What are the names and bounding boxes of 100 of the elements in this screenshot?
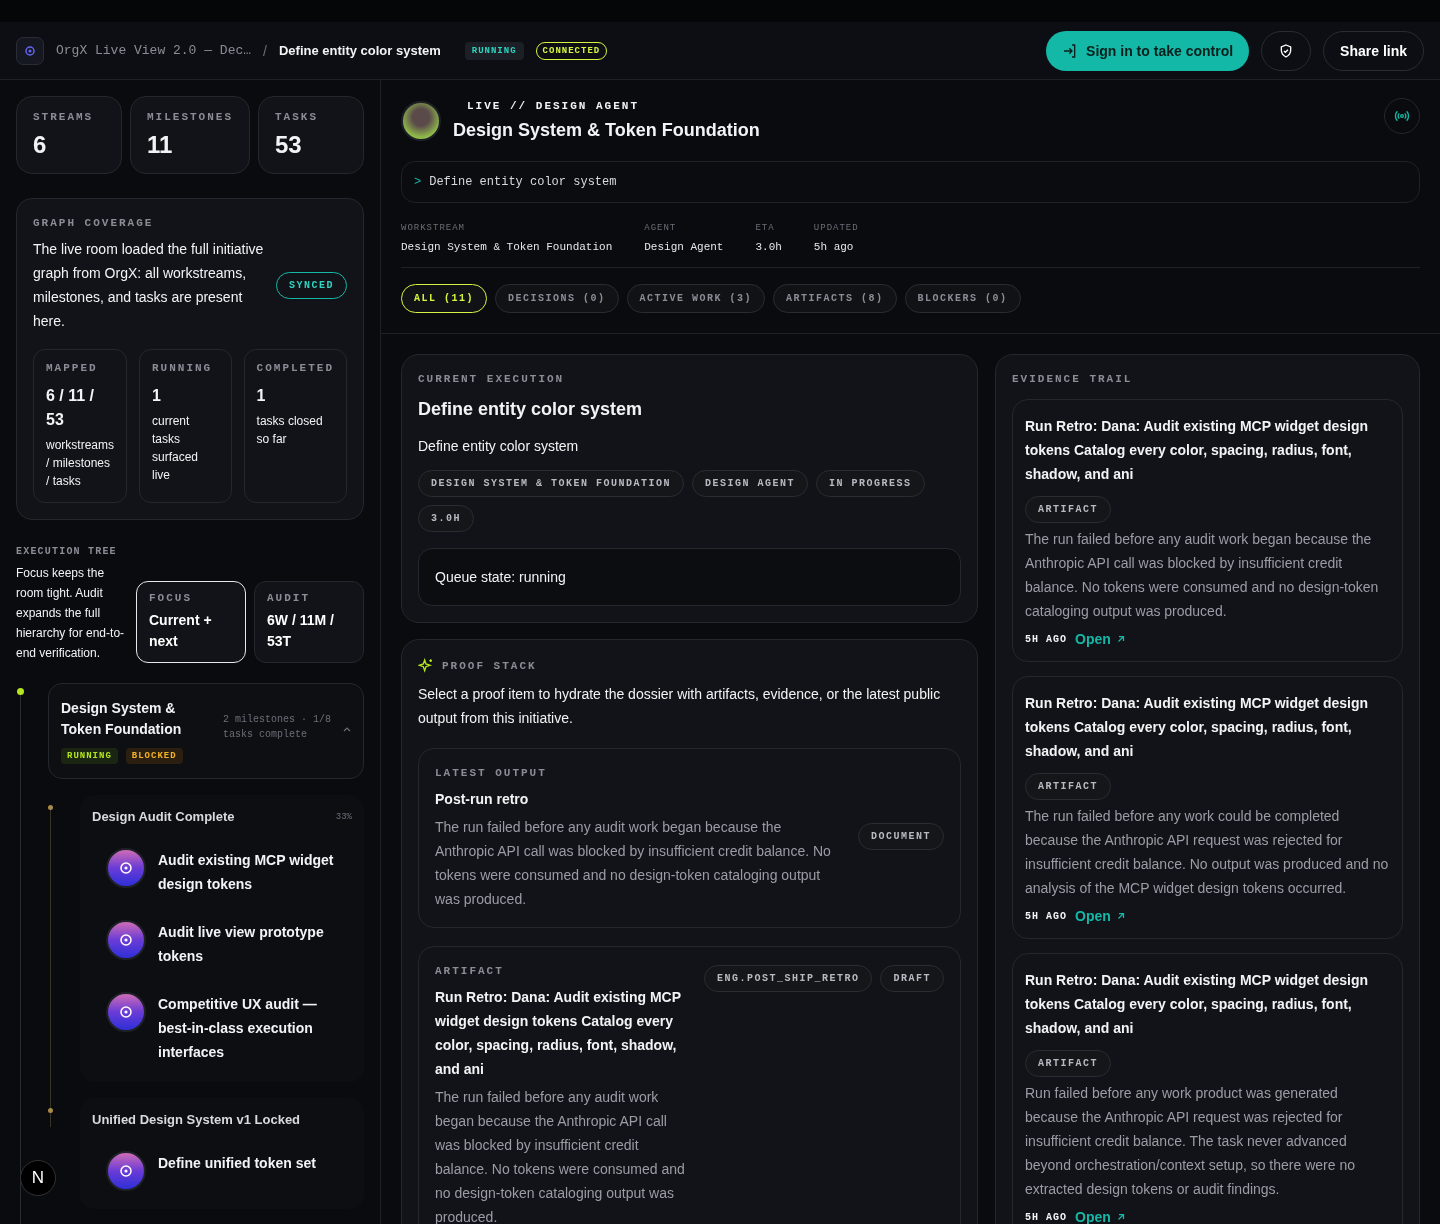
page-title: Define entity color system <box>278 43 441 58</box>
stat-caption: tasks closed so far <box>256 413 324 448</box>
proof-intro: Select a proof item to hydrate the dossier with artifacts, evidence, or the latest public output from this initiative. <box>418 685 942 728</box>
section-label: CURRENT EXECUTION <box>418 373 566 385</box>
tag: DOCUMENT <box>858 823 944 850</box>
shield-button[interactable] <box>1261 30 1312 71</box>
task-title[interactable]: Define unified token set <box>158 1151 316 1175</box>
evidence-title: Run Retro: Dana: Audit existing MCP widget design tokens Catalog every color, spacing, radius, font, shadow, and ani <box>1025 971 1369 1038</box>
timestamp: 5H AGO <box>1025 1211 1067 1223</box>
item-body: The run failed before any audit work began because the Anthropic API call was blocked by insufficient credit balance. No tokens were consumed and no design-token cataloging output was produced. <box>435 818 832 909</box>
milestone-percent: 33% <box>335 811 352 822</box>
filter-tab[interactable]: DECISIONS (0) <box>495 284 619 313</box>
workstream-meta: 2 milestones · 1/8 tasks complete <box>223 713 333 742</box>
stat-value: 1 <box>256 386 267 406</box>
task-title[interactable]: Competitive UX audit — best-in-class execution interfaces <box>158 992 352 1064</box>
evidence-title: Run Retro: Dana: Audit existing MCP widget design tokens Catalog every color, spacing, radius, font, shadow, and ani <box>1025 417 1369 484</box>
sign-in-button[interactable]: Sign in to take control <box>1046 30 1250 71</box>
stat-value: 53 <box>275 131 303 159</box>
agent-kicker: LIVE // DESIGN AGENT <box>467 100 641 112</box>
view-mode-toggle[interactable]: AUDIT 6W / 11M / 53T <box>254 581 364 663</box>
task-title[interactable]: Audit existing MCP widget design tokens <box>158 848 352 896</box>
stat-caption: workstreams / milestones / tasks <box>46 437 114 490</box>
tag: ENG.POST_SHIP_RETRO <box>703 965 873 992</box>
tree-description: Focus keeps the room tight. Audit expands the full hierarchy for end-to-end verification. <box>16 565 126 662</box>
share-link-button[interactable]: Share link <box>1323 30 1424 71</box>
task-orb-icon <box>106 992 146 1032</box>
evidence-body: The run failed before any work could be completed because the Anthropic API request was rejected for insufficient credit balance. No output was produced and no analysis of the MCP widget design tokens occurred. <box>1025 807 1390 898</box>
section-label: EXECUTION TREE <box>16 546 118 557</box>
filter-tab[interactable]: ACTIVE WORK (3) <box>626 284 766 313</box>
workstream-title: Design System & Token Foundation <box>61 699 183 739</box>
milestone-dot <box>48 805 53 810</box>
meta-value: Design System & Token Foundation <box>401 241 613 253</box>
meta-value: Design Agent <box>644 241 724 253</box>
execution-title: Define entity color system <box>418 399 644 420</box>
tag: ARTIFACT <box>1025 496 1111 523</box>
tag: DESIGN SYSTEM & TOKEN FOUNDATION <box>418 470 685 497</box>
stat-label: STREAMS <box>33 111 95 123</box>
proof-item[interactable] <box>418 748 961 928</box>
timestamp: 5H AGO <box>1025 633 1067 645</box>
task-orb-icon <box>106 848 146 888</box>
coverage-text: The live room loaded the full initiative graph from OrgX: all workstreams, milestones, and tasks are present here. <box>33 240 265 331</box>
section-label: EVIDENCE TRAIL <box>1012 373 1134 385</box>
open-link[interactable]: Open <box>1075 1209 1127 1224</box>
app-logo-icon <box>16 36 44 65</box>
milestone-title: Design Audit Complete <box>92 809 235 824</box>
status-badge: BLOCKED <box>125 748 183 764</box>
stat-caption: current tasks surfaced live <box>152 413 200 484</box>
sparkle-icon <box>418 658 434 674</box>
timestamp: 5H AGO <box>1025 910 1067 922</box>
meta-label: UPDATED <box>813 223 859 233</box>
breadcrumb-separator: / <box>263 42 267 59</box>
stat-value: 6 / 11 / 53 <box>46 386 96 430</box>
stat-value: 1 <box>152 386 162 406</box>
evidence-title: Run Retro: Dana: Audit existing MCP widget design tokens Catalog every color, spacing, radius, font, shadow, and ani <box>1025 694 1369 761</box>
tag: DESIGN AGENT <box>692 470 809 497</box>
proof-item[interactable] <box>418 946 961 1224</box>
item-title: Run Retro: Dana: Audit existing MCP widget design tokens Catalog every color, spacing, radius, font, shadow, and ani <box>435 988 682 1079</box>
open-link[interactable]: Open <box>1075 908 1127 924</box>
workstream-card[interactable]: Design System & Token Foundation RUNNING BLOCKED 2 milestones · 1/8 tasks complete <box>48 683 364 779</box>
filter-tab[interactable]: ALL (11) <box>401 284 487 313</box>
stat-label: TASKS <box>275 111 319 123</box>
chevron-up-icon[interactable] <box>343 726 351 732</box>
open-link[interactable]: Open <box>1075 631 1127 647</box>
meta-label: WORKSTREAM <box>401 223 466 233</box>
section-label: PROOF STACK <box>442 660 537 672</box>
item-body: The run failed before any audit work began because the Anthropic API call was blocked by insufficient credit balance. No tokens were consumed and no design-token cataloging output was produced. <box>435 1088 686 1224</box>
command-text: Define entity color system <box>429 175 617 189</box>
tag: DRAFT <box>880 965 944 992</box>
item-label: ARTIFACT <box>435 965 505 977</box>
view-mode-toggle[interactable]: FOCUS Current + next <box>136 581 246 663</box>
tag: ARTIFACT <box>1025 1050 1111 1077</box>
milestone-title: Unified Design System v1 Locked <box>92 1112 301 1127</box>
prompt-symbol: > <box>414 175 422 189</box>
milestone-dot <box>48 1108 53 1113</box>
task-title[interactable]: Audit live view prototype tokens <box>158 920 352 968</box>
agent-title: Design System & Token Foundation <box>453 120 760 141</box>
stat-value: 11 <box>147 131 174 159</box>
status-badge: RUNNING <box>464 41 524 60</box>
queue-state: Queue state: running <box>418 548 961 606</box>
filter-tab[interactable]: ARTIFACTS (8) <box>773 284 897 313</box>
dev-tools-badge[interactable]: N <box>20 1160 56 1196</box>
stat-label: MAPPED <box>46 362 99 374</box>
evidence-body: The run failed before any audit work began because the Anthropic API call was blocked by insufficient credit balance. No tokens were consumed and no design-token cataloging output was produced. <box>1025 530 1380 621</box>
meta-label: ETA <box>755 223 776 233</box>
filter-tab[interactable]: BLOCKERS (0) <box>904 284 1021 313</box>
item-title: Post-run retro <box>435 790 530 809</box>
tag: ARTIFACT <box>1025 773 1111 800</box>
task-orb-icon <box>106 920 146 960</box>
stat-label: MILESTONES <box>147 111 233 123</box>
meta-label: AGENT <box>644 223 678 233</box>
tag: IN PROGRESS <box>816 470 925 497</box>
status-badge: RUNNING <box>61 748 118 764</box>
avatar <box>401 100 441 141</box>
stat-label: RUNNING <box>152 362 214 374</box>
stat-label: COMPLETED <box>256 362 334 374</box>
tag: 3.0H <box>418 505 474 532</box>
breadcrumb-link[interactable]: OrgX Live View 2.0 — Dec… <box>56 43 252 58</box>
section-label: GRAPH COVERAGE <box>33 217 155 229</box>
evidence-body: Run failed before any work product was generated because the Anthropic API request was rejected for insufficient credit balance. The task never advanced beyond orchestration/context setup, so there were no extracted design tokens or audit findings. <box>1025 1084 1356 1199</box>
stat-value: 6 <box>33 131 48 159</box>
